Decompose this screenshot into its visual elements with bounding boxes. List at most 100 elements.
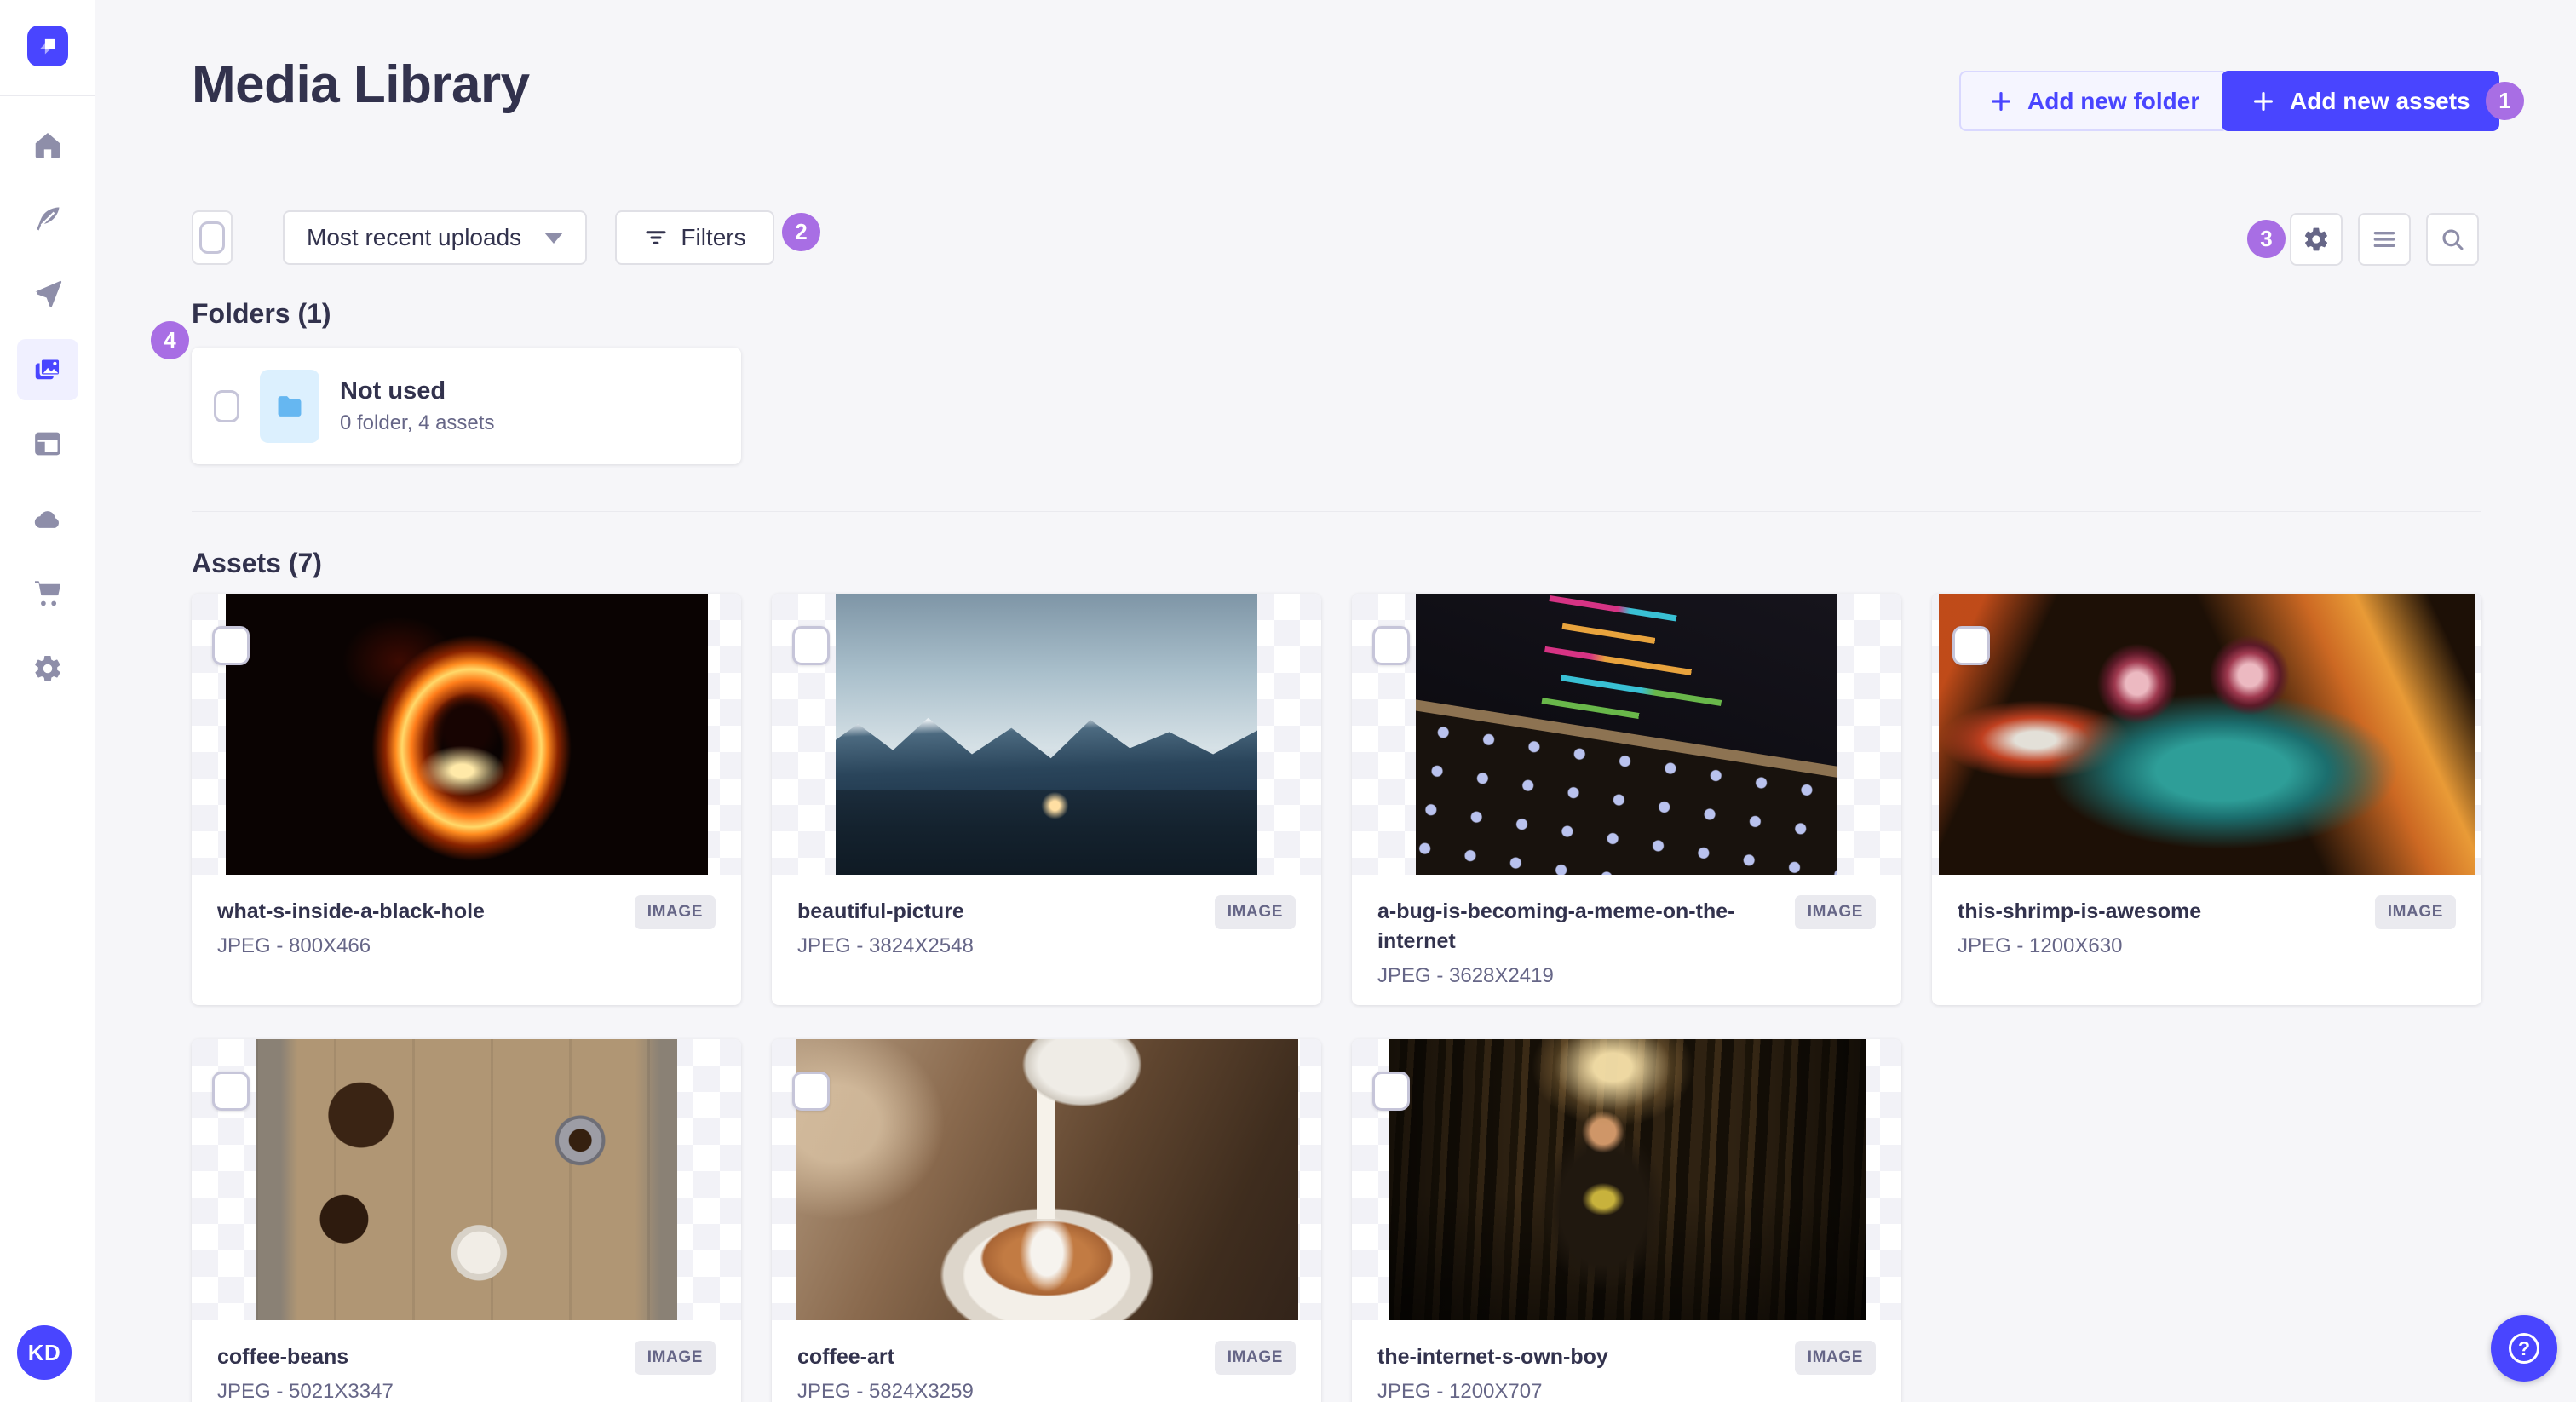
folder-card[interactable]: Not used 0 folder, 4 assets: [192, 348, 741, 464]
sidebar-item-home[interactable]: [17, 114, 78, 175]
asset-type-badge: IMAGE: [634, 895, 716, 929]
asset-footer: the-internet-s-own-boy JPEG - 1200X707 I…: [1352, 1320, 1901, 1402]
list-icon: [2373, 232, 2395, 247]
asset-footer: coffee-beans JPEG - 5021X3347 IMAGE: [192, 1320, 741, 1402]
asset-card[interactable]: what-s-inside-a-black-hole JPEG - 800X46…: [192, 594, 741, 1005]
asset-checkbox[interactable]: [1952, 626, 1990, 665]
asset-checkbox[interactable]: [792, 626, 830, 665]
annotation-badge-4: 4: [151, 321, 189, 359]
asset-footer: this-shrimp-is-awesome JPEG - 1200X630 I…: [1932, 875, 2481, 958]
folder-checkbox[interactable]: [214, 389, 239, 422]
asset-footer: coffee-art JPEG - 5824X3259 IMAGE: [772, 1320, 1321, 1402]
asset-thumbnail: [1352, 594, 1901, 875]
user-avatar[interactable]: KD: [17, 1325, 72, 1380]
asset-type-badge: IMAGE: [1794, 1341, 1876, 1375]
sort-selected-value: Most recent uploads: [307, 224, 522, 250]
filters-button[interactable]: Filters: [615, 210, 774, 265]
list-view-button[interactable]: [2358, 213, 2411, 266]
filters-label: Filters: [681, 224, 746, 250]
asset-checkbox[interactable]: [792, 1072, 830, 1111]
cart-icon: [35, 581, 61, 606]
add-new-folder-button[interactable]: Add new folder: [1959, 71, 2229, 131]
layout-icon: [35, 432, 60, 456]
select-all-checkbox[interactable]: [199, 221, 225, 254]
asset-meta: JPEG - 5824X3259: [797, 1380, 974, 1402]
sidebar: KD: [0, 0, 95, 1402]
asset-meta: JPEG - 800X466: [217, 934, 371, 957]
asset-card[interactable]: this-shrimp-is-awesome JPEG - 1200X630 I…: [1932, 594, 2481, 1005]
asset-name: coffee-beans: [217, 1345, 349, 1369]
asset-image: [836, 594, 1257, 875]
asset-thumbnail: [1352, 1039, 1901, 1320]
asset-card[interactable]: beautiful-picture JPEG - 3824X2548 IMAGE: [772, 594, 1321, 1005]
asset-thumbnail: [192, 1039, 741, 1320]
asset-type-badge: IMAGE: [1214, 1341, 1296, 1375]
sidebar-item-settings[interactable]: [17, 638, 78, 699]
folder-icon: [278, 395, 302, 417]
strapi-logo-icon: [39, 38, 55, 55]
search-button[interactable]: [2426, 213, 2479, 266]
asset-type-badge: IMAGE: [634, 1341, 716, 1375]
gear-icon: [2304, 227, 2328, 251]
media-library-icon: [35, 358, 61, 380]
app-logo[interactable]: [27, 26, 68, 66]
sidebar-item-marketplace[interactable]: [17, 562, 78, 623]
folder-info: Not used 0 folder, 4 assets: [340, 377, 494, 435]
asset-image: [225, 594, 708, 875]
paper-plane-icon: [35, 280, 62, 307]
feather-icon: [37, 207, 60, 231]
asset-thumbnail: [772, 594, 1321, 875]
sidebar-divider: [0, 95, 95, 96]
asset-name: what-s-inside-a-black-hole: [217, 899, 485, 923]
add-new-assets-label: Add new assets: [2290, 87, 2470, 114]
asset-image: [1939, 594, 2475, 875]
asset-card[interactable]: coffee-beans JPEG - 5021X3347 IMAGE: [192, 1039, 741, 1402]
asset-checkbox[interactable]: [212, 1072, 250, 1111]
asset-card[interactable]: a-bug-is-becoming-a-meme-on-the-internet…: [1352, 594, 1901, 1005]
assets-grid: what-s-inside-a-black-hole JPEG - 800X46…: [192, 594, 2481, 1402]
configure-view-button[interactable]: [2290, 213, 2343, 266]
asset-image: [1388, 1039, 1866, 1320]
asset-card[interactable]: coffee-art JPEG - 5824X3259 IMAGE: [772, 1039, 1321, 1402]
asset-meta: JPEG - 3824X2548: [797, 934, 974, 957]
sidebar-item-deploy[interactable]: [17, 489, 78, 550]
plus-icon: [2254, 91, 2273, 111]
asset-checkbox[interactable]: [212, 626, 250, 665]
sidebar-item-content-type-builder[interactable]: [17, 413, 78, 474]
asset-name: a-bug-is-becoming-a-meme-on-the-internet: [1377, 899, 1735, 953]
asset-footer: a-bug-is-becoming-a-meme-on-the-internet…: [1352, 875, 1901, 988]
annotation-badge-3: 3: [2247, 220, 2286, 258]
page-title: Media Library: [192, 55, 530, 114]
asset-name: the-internet-s-own-boy: [1377, 1345, 1608, 1369]
add-new-assets-button[interactable]: Add new assets: [2222, 71, 2499, 131]
section-divider: [192, 511, 2481, 512]
asset-card[interactable]: the-internet-s-own-boy JPEG - 1200X707 I…: [1352, 1039, 1901, 1402]
asset-type-badge: IMAGE: [2374, 895, 2456, 929]
asset-thumbnail: [192, 594, 741, 875]
asset-meta: JPEG - 1200X707: [1377, 1380, 1543, 1402]
asset-checkbox[interactable]: [1372, 626, 1410, 665]
select-all-button[interactable]: [192, 210, 233, 265]
asset-meta: JPEG - 1200X630: [1958, 934, 2123, 957]
asset-name: coffee-art: [797, 1345, 894, 1369]
question-mark-icon: ?: [2509, 1333, 2539, 1364]
sort-select[interactable]: Most recent uploads: [283, 210, 587, 265]
cloud-icon: [34, 511, 59, 528]
sidebar-item-releases[interactable]: [17, 263, 78, 325]
home-icon: [35, 133, 60, 158]
sidebar-item-content-manager[interactable]: [17, 188, 78, 250]
asset-name: this-shrimp-is-awesome: [1958, 899, 2202, 923]
folder-thumbnail: [260, 369, 319, 443]
asset-image: [1416, 594, 1837, 875]
folder-meta: 0 folder, 4 assets: [340, 411, 495, 434]
media-library-page: KD Media Library Add new folder Add new …: [0, 0, 2576, 1402]
sidebar-item-media-library[interactable]: [17, 339, 78, 400]
asset-thumbnail: [1932, 594, 2481, 875]
annotation-badge-2: 2: [782, 213, 820, 251]
asset-meta: JPEG - 3628X2419: [1377, 964, 1554, 987]
assets-heading: Assets (7): [192, 548, 322, 578]
folders-heading: Folders (1): [192, 298, 331, 329]
help-button[interactable]: ?: [2491, 1315, 2557, 1382]
asset-type-badge: IMAGE: [1794, 895, 1876, 929]
asset-checkbox[interactable]: [1372, 1072, 1410, 1111]
